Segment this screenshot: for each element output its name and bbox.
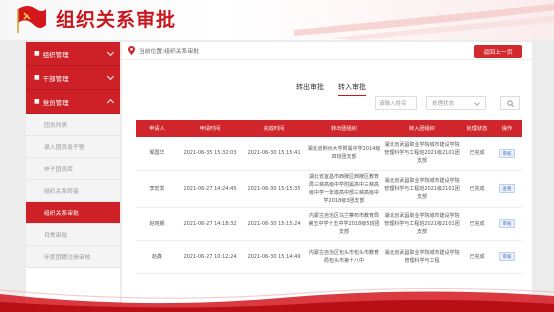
sidebar-item-org-approval[interactable]: 组织关系审批 xyxy=(26,202,120,224)
done-time-cell: 2021-06-30 15:15:24 xyxy=(242,207,306,241)
chevron-down-icon xyxy=(106,48,115,57)
action-cell: 查看 xyxy=(492,170,522,208)
tab-transfer-in[interactable]: 转入审批 xyxy=(338,82,366,96)
member-icon: ■ xyxy=(34,98,40,105)
sidebar-section-label: 组织管理 xyxy=(42,50,69,59)
to-org-cell: 湖北省武昌职业学院城市建设学院管理科学与工程 xyxy=(382,240,462,274)
action-cell: 审核 xyxy=(492,207,522,241)
apply-time-cell: 2021-06-35 15:32:03 xyxy=(178,137,242,171)
location-pin-icon xyxy=(128,46,135,55)
banner-decoration xyxy=(294,4,554,40)
apply-time-cell: 2021-06-27 14:18:32 xyxy=(178,207,242,241)
table-row: 赵晓娜 2021-06-27 14:18:32 2021-06-30 15:15… xyxy=(136,207,522,241)
table-row: 李宏发 2021-06-27 14:24:45 2021-06-30 15:15… xyxy=(136,170,522,208)
sidebar-section-label: 干部管理 xyxy=(42,74,69,83)
main-content: 当前位置:组织关系审批 返回上一页 转出审批 转入审批 请输入姓名 处理状态 申… xyxy=(122,42,532,312)
column-header: 申请时间 xyxy=(178,120,242,137)
review-button[interactable]: 审核 xyxy=(499,148,515,158)
sidebar-item-org-transfer[interactable]: 组织关系转接 xyxy=(26,180,120,202)
header-banner: 组织关系审批 xyxy=(0,0,554,40)
sidebar: ■ 组织管理 ■ 干部管理 ■ 党员管理 团员列表 录入团员发干警 申子团员库 … xyxy=(26,42,120,312)
applicant-cell: 赵晓娜 xyxy=(136,207,178,241)
party-flag-icon xyxy=(17,6,46,33)
breadcrumb-text: 当前位置:组织关系审批 xyxy=(139,49,199,55)
to-org-cell: 湖北省武昌职业学院城市建设学院管理科学与工程班2021级2101团支部 xyxy=(382,207,462,241)
status-select-value: 处理状态 xyxy=(432,101,455,107)
review-button[interactable]: 审核 xyxy=(499,219,515,228)
to-org-cell: 湖北省武昌职业学院城市建设学院管理科学与工程班2021级2101团支部 xyxy=(382,170,462,208)
sidebar-item-enter-member[interactable]: 录入团员发干警 xyxy=(26,136,120,158)
apply-time-cell: 2021-06-27 10:12:24 xyxy=(178,240,242,274)
table-header-row: 申请人 申请时间 完成时间 转出团组织 转入团组织 处理状态 操作 xyxy=(136,120,522,137)
apply-time-cell: 2021-06-27 14:24:45 xyxy=(178,170,242,208)
to-org-cell: 湖北省武昌职业学院城市建设学院管理科学与工程班2021级2101团支部 xyxy=(382,137,462,171)
from-org-cell: 内蒙古自治区包头市包头市教育局包头市第十八中 xyxy=(306,240,382,274)
applicant-cell: 邹国华 xyxy=(136,137,178,171)
sidebar-item-member-library[interactable]: 申子团员库 xyxy=(26,158,120,180)
done-time-cell: 2021-06-30 15:15:41 xyxy=(242,137,306,171)
sidebar-section-org[interactable]: ■ 组织管理 xyxy=(26,42,120,66)
applicant-cell: 李宏发 xyxy=(136,170,178,208)
applicant-cell: 赵鑫 xyxy=(136,240,178,274)
breadcrumb: 当前位置:组织关系审批 xyxy=(122,42,532,60)
org-icon: ■ xyxy=(34,50,40,57)
view-button[interactable]: 查看 xyxy=(499,184,515,193)
from-org-cell: 湖北省宜昌市西陵区西陵区教育局三峡高级中学附属高中三峡高级中学一年级高中部三峡高… xyxy=(306,170,382,208)
chevron-up-icon xyxy=(106,98,115,107)
table-row: 邹国华 2021-06-35 15:32:03 2021-06-30 15:15… xyxy=(136,137,522,171)
sidebar-item-daily-approval[interactable]: 日常审批 xyxy=(26,224,120,246)
search-button[interactable] xyxy=(500,96,520,110)
action-cell: 审核 xyxy=(492,137,522,171)
column-header: 转出团组织 xyxy=(306,120,382,137)
table-row: 赵鑫 2021-06-27 10:12:24 2021-06-30 15:14:… xyxy=(136,240,522,274)
sidebar-section-label: 党员管理 xyxy=(42,98,69,107)
sidebar-section-member[interactable]: ■ 党员管理 xyxy=(26,90,120,114)
done-time-cell: 2021-06-30 15:15:35 xyxy=(242,170,306,208)
cadre-icon: ■ xyxy=(34,74,40,81)
review-button[interactable]: 审核 xyxy=(499,252,515,261)
done-time-cell: 2021-06-30 15:14:49 xyxy=(242,240,306,274)
sidebar-item-member-list[interactable]: 团员列表 xyxy=(26,114,120,136)
search-icon xyxy=(506,99,514,107)
sidebar-section-cadre[interactable]: ■ 干部管理 xyxy=(26,66,120,90)
sidebar-item-annual-registration[interactable]: 年度团籍注册审核 xyxy=(26,246,120,268)
status-cell: 已完成 xyxy=(462,137,492,171)
column-header: 转入团组织 xyxy=(382,120,462,137)
name-search-input[interactable]: 请输入姓名 xyxy=(375,96,417,110)
status-cell: 已完成 xyxy=(462,240,492,274)
from-org-cell: 湖北省荆州大学附属中学2014级四班团支部 xyxy=(306,137,382,171)
back-button[interactable]: 返回上一页 xyxy=(474,45,522,58)
status-select[interactable]: 处理状态 xyxy=(426,96,486,110)
action-cell: 审核 xyxy=(492,240,522,274)
column-header: 申请人 xyxy=(136,120,178,137)
tab-bar: 转出审批 转入审批 xyxy=(296,82,366,96)
column-header: 处理状态 xyxy=(462,120,492,137)
status-cell: 已完成 xyxy=(462,170,492,208)
chevron-down-icon xyxy=(106,72,115,81)
status-cell: 已完成 xyxy=(462,207,492,241)
chevron-down-icon xyxy=(474,100,480,106)
page-title: 组织关系审批 xyxy=(56,9,177,31)
from-org-cell: 内蒙古自治区乌兰察布市教育局第五中学十五中学2018级5班团支部 xyxy=(306,207,382,241)
column-header: 操作 xyxy=(492,120,522,137)
approval-table: 申请人 申请时间 完成时间 转出团组织 转入团组织 处理状态 操作 邹国华 20… xyxy=(136,120,522,274)
column-header: 完成时间 xyxy=(242,120,306,137)
tab-transfer-out[interactable]: 转出审批 xyxy=(296,82,324,96)
